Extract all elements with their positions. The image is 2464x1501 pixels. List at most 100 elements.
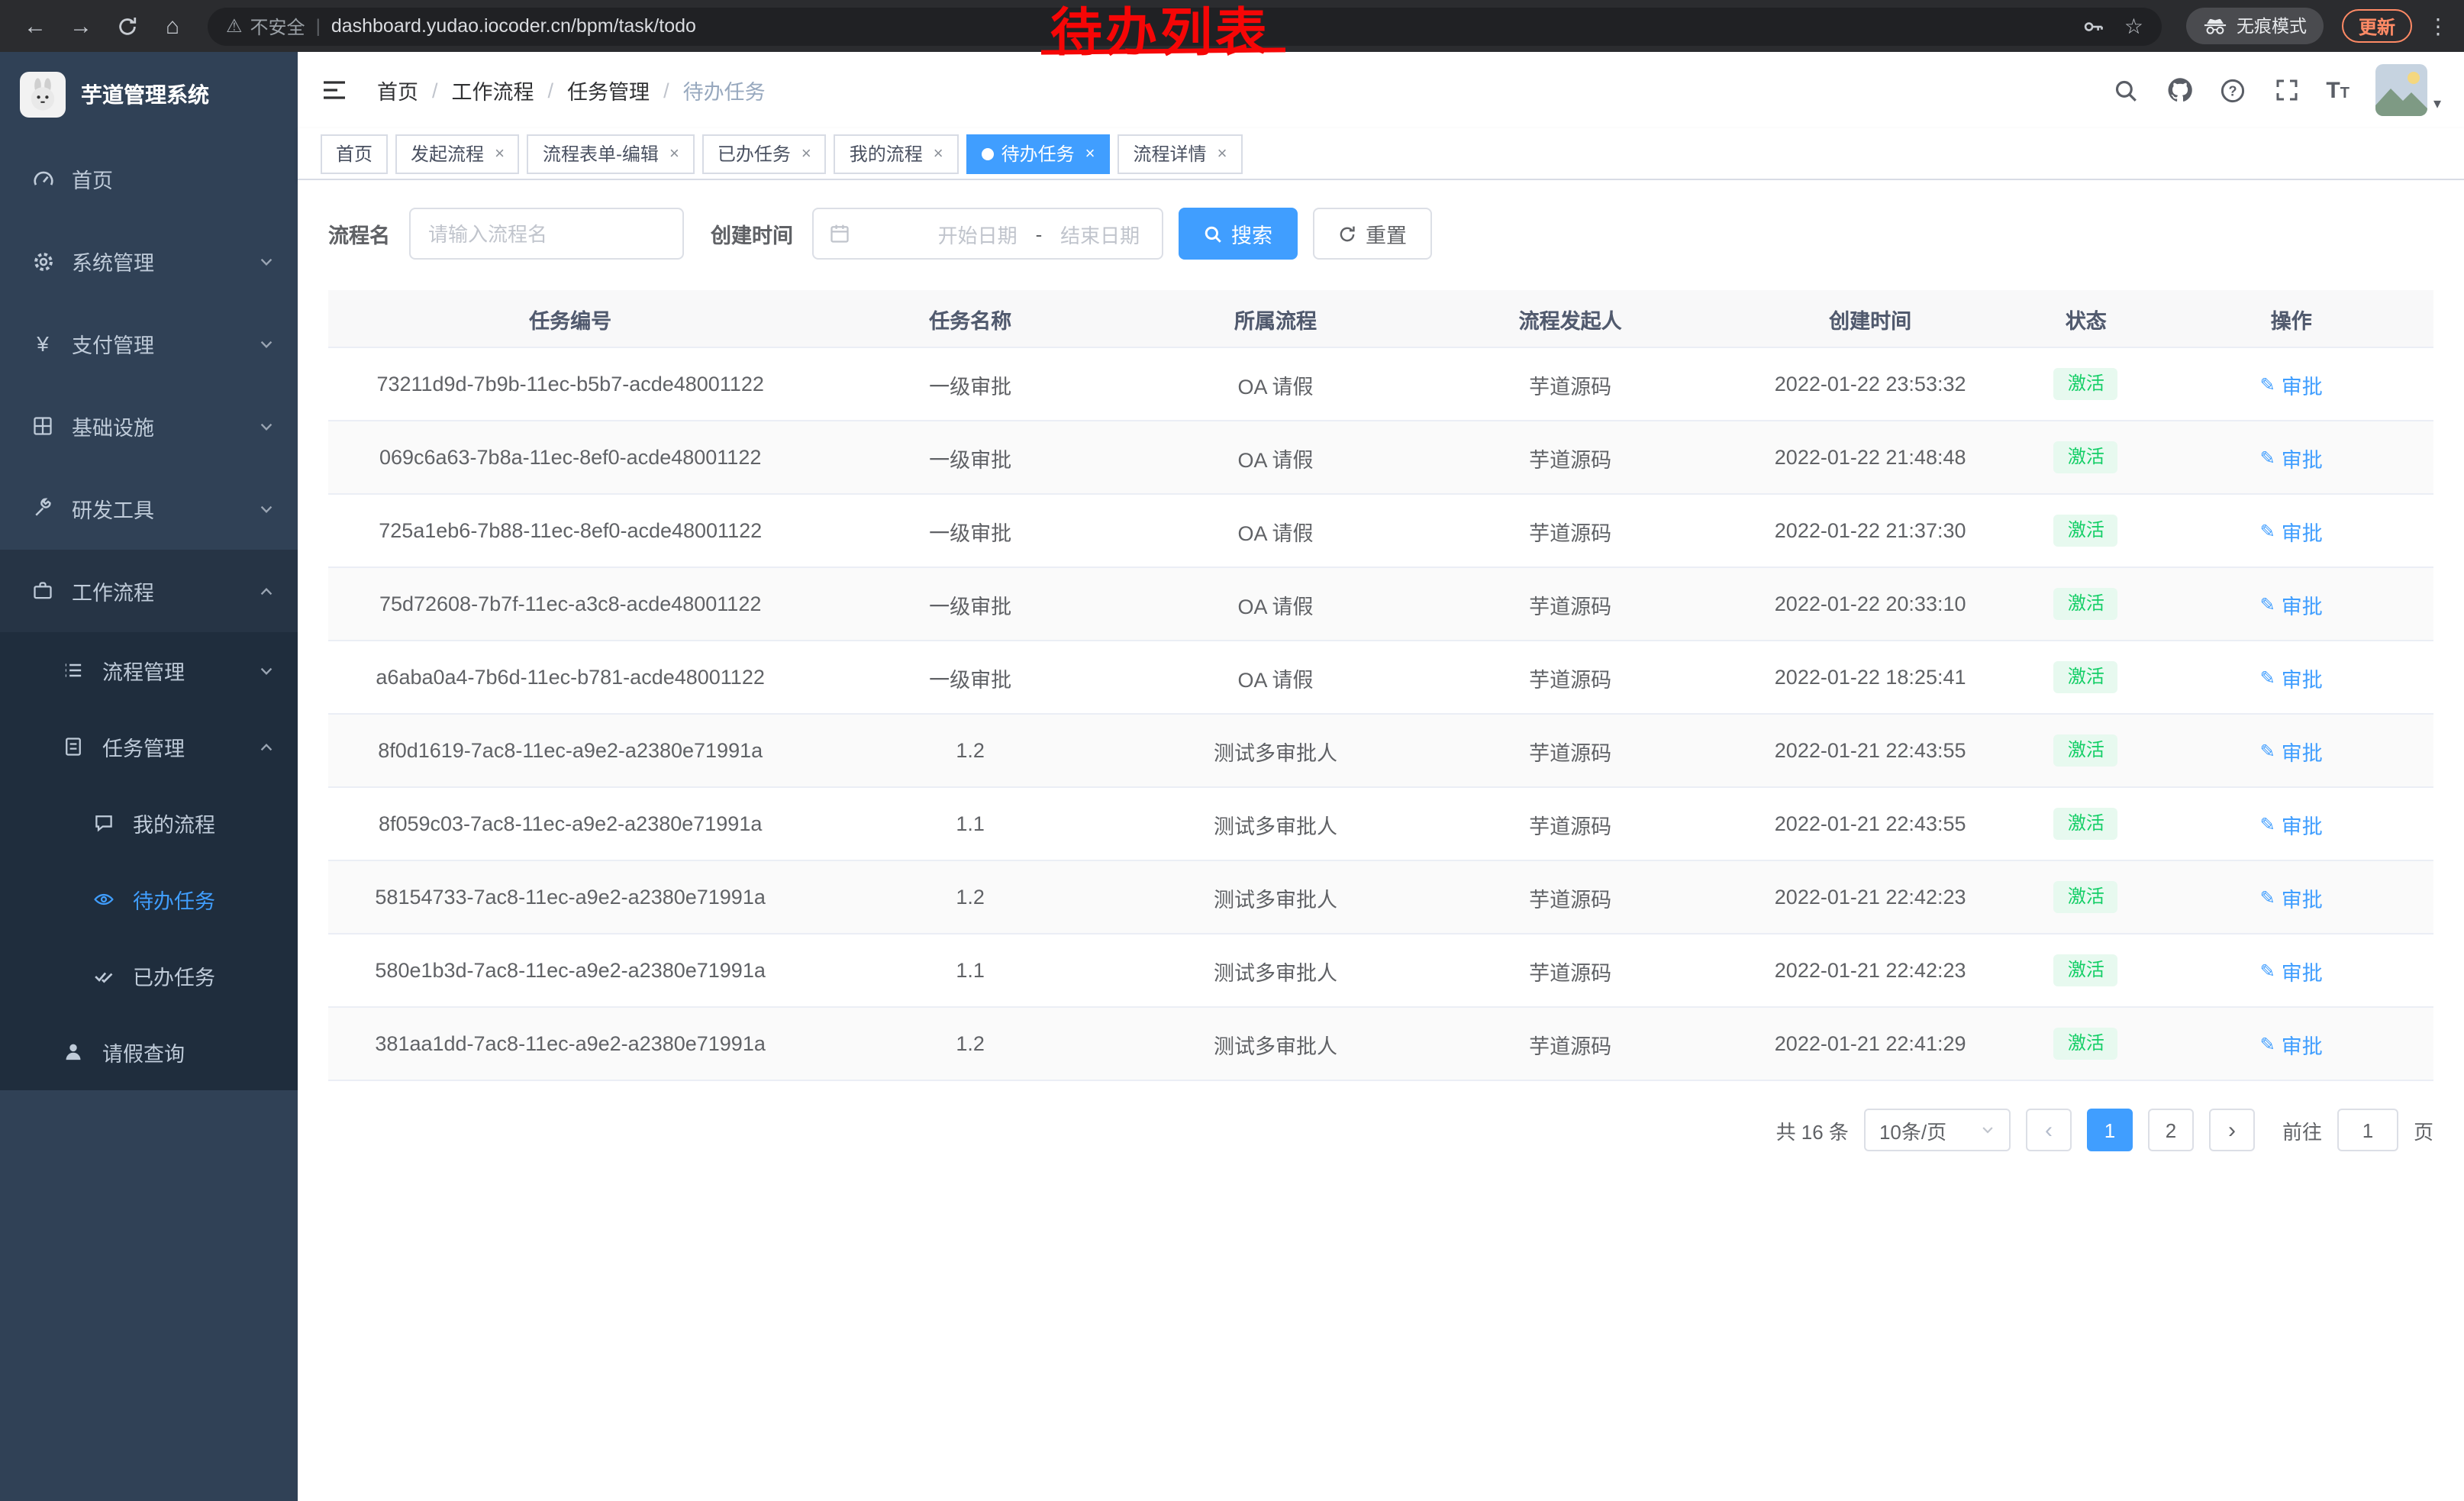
approve-button[interactable]: ✎ 审批 <box>2260 1028 2323 1059</box>
pencil-icon: ✎ <box>2260 667 2275 688</box>
help-icon[interactable]: ? <box>2219 76 2246 104</box>
approve-button[interactable]: ✎ 审批 <box>2260 515 2323 546</box>
back-icon[interactable]: ← <box>15 8 55 44</box>
breadcrumb-task-mgmt[interactable]: 任务管理 <box>567 75 650 105</box>
sidebar-item-label: 待办任务 <box>133 884 215 915</box>
approve-button[interactable]: ✎ 审批 <box>2260 662 2323 692</box>
goto-page-input[interactable] <box>2337 1109 2398 1151</box>
tab-done-tasks[interactable]: 已办任务× <box>702 134 827 173</box>
task-id-cell: 8f059c03-7ac8-11ec-a9e2-a2380e71991a <box>328 812 812 835</box>
chevron-down-icon <box>1980 1122 1995 1138</box>
sidebar-item-system[interactable]: 系统管理 <box>0 220 298 302</box>
security-label: 不安全 <box>250 13 305 39</box>
user-menu[interactable]: ▾ <box>2375 64 2441 116</box>
task-id-cell: 8f0d1619-7ac8-11ec-a9e2-a2380e71991a <box>328 739 812 762</box>
sidebar-item-todo-tasks[interactable]: 待办任务 <box>0 861 298 938</box>
search-button[interactable]: 搜索 <box>1178 208 1297 260</box>
close-icon[interactable]: × <box>1217 144 1227 163</box>
app-logo[interactable]: 芋道管理系统 <box>0 52 298 137</box>
table-row: a6aba0a4-7b6d-11ec-b781-acde48001122 一级审… <box>328 641 2433 715</box>
status-cell: 激活 <box>2023 880 2149 913</box>
approve-button[interactable]: ✎ 审批 <box>2260 442 2323 473</box>
col-task-id: 任务编号 <box>328 303 812 334</box>
created-cell: 2022-01-21 22:41:29 <box>1717 1032 2023 1055</box>
password-key-icon[interactable] <box>2083 15 2106 37</box>
col-status: 状态 <box>2023 303 2149 334</box>
pencil-icon: ✎ <box>2260 373 2275 395</box>
search-icon[interactable] <box>2112 76 2140 104</box>
tab-process-detail[interactable]: 流程详情× <box>1118 134 1243 173</box>
pencil-icon: ✎ <box>2260 813 2275 834</box>
close-icon[interactable]: × <box>801 144 811 163</box>
process-name-input[interactable] <box>408 208 683 260</box>
font-size-icon[interactable]: TT <box>2326 79 2350 102</box>
process-cell: 测试多审批人 <box>1128 809 1423 839</box>
tab-process-form-edit[interactable]: 流程表单-编辑× <box>527 134 695 173</box>
status-badge: 激活 <box>2054 880 2118 913</box>
page-button-1[interactable]: 1 <box>2087 1109 2133 1151</box>
close-icon[interactable]: × <box>934 144 943 163</box>
home-icon[interactable]: ⌂ <box>153 8 192 44</box>
incognito-badge: 无痕模式 <box>2186 8 2324 44</box>
sidebar-item-task-mgmt[interactable]: 任务管理 <box>0 709 298 785</box>
sidebar-toggle-icon[interactable] <box>321 73 354 107</box>
tab-home[interactable]: 首页 <box>321 134 388 173</box>
sidebar-item-label: 研发工具 <box>72 493 154 524</box>
sidebar-item-workflow[interactable]: 工作流程 <box>0 550 298 632</box>
next-page-button[interactable]: › <box>2209 1109 2255 1151</box>
sidebar-item-dev-tools[interactable]: 研发工具 <box>0 467 298 550</box>
security-chip[interactable]: ⚠ 不安全 <box>226 13 305 39</box>
sidebar-item-label: 基础设施 <box>72 411 154 441</box>
task-name-cell: 一级审批 <box>812 662 1128 692</box>
status-badge: 激活 <box>2054 660 2118 693</box>
process-cell: OA 请假 <box>1128 369 1423 399</box>
close-icon[interactable]: × <box>669 144 679 163</box>
sidebar-item-process-mgmt[interactable]: 流程管理 <box>0 632 298 709</box>
sidebar-item-label: 请假查询 <box>102 1037 185 1067</box>
pencil-icon: ✎ <box>2260 740 2275 761</box>
sidebar-item-infrastructure[interactable]: 基础设施 <box>0 385 298 467</box>
sidebar-item-my-process[interactable]: 我的流程 <box>0 785 298 861</box>
tab-my-process[interactable]: 我的流程× <box>834 134 959 173</box>
actions-cell: ✎ 审批 <box>2150 442 2433 473</box>
close-icon[interactable]: × <box>1085 144 1095 163</box>
close-icon[interactable]: × <box>495 144 505 163</box>
logo-image <box>20 72 66 118</box>
created-cell: 2022-01-21 22:42:23 <box>1717 959 2023 982</box>
breadcrumb-home[interactable]: 首页 <box>377 75 418 105</box>
sidebar-item-payment[interactable]: ¥ 支付管理 <box>0 302 298 385</box>
approve-button[interactable]: ✎ 审批 <box>2260 369 2323 399</box>
date-range-picker[interactable]: 开始日期 - 结束日期 <box>811 208 1163 260</box>
browser-update-button[interactable]: 更新 <box>2342 9 2412 43</box>
github-icon[interactable] <box>2166 76 2193 104</box>
browser-menu-icon[interactable]: ⋮ <box>2427 13 2449 39</box>
goto-suffix: 页 <box>2414 1115 2433 1144</box>
tab-todo-tasks[interactable]: 待办任务× <box>966 134 1111 173</box>
page-size-select[interactable]: 10条/页 <box>1864 1109 2011 1151</box>
reload-icon[interactable] <box>107 8 147 44</box>
table-body: 73211d9d-7b9b-11ec-b5b7-acde48001122 一级审… <box>328 348 2433 1081</box>
status-cell: 激活 <box>2023 1027 2149 1060</box>
fullscreen-icon[interactable] <box>2272 76 2300 104</box>
approve-button[interactable]: ✎ 审批 <box>2260 809 2323 839</box>
reset-button[interactable]: 重置 <box>1312 208 1431 260</box>
sidebar-item-home[interactable]: 首页 <box>0 137 298 220</box>
sidebar-item-leave-query[interactable]: 请假查询 <box>0 1014 298 1090</box>
page-button-2[interactable]: 2 <box>2148 1109 2194 1151</box>
initiator-cell: 芋道源码 <box>1423 955 1717 986</box>
approve-button[interactable]: ✎ 审批 <box>2260 735 2323 766</box>
bookmark-star-icon[interactable]: ☆ <box>2124 13 2143 39</box>
task-id-cell: 58154733-7ac8-11ec-a9e2-a2380e71991a <box>328 886 812 909</box>
approve-button[interactable]: ✎ 审批 <box>2260 589 2323 619</box>
status-badge: 激活 <box>2054 441 2118 473</box>
tab-start-process[interactable]: 发起流程× <box>395 134 520 173</box>
approve-button[interactable]: ✎ 审批 <box>2260 955 2323 986</box>
forward-icon[interactable]: → <box>61 8 101 44</box>
created-cell: 2022-01-22 21:48:48 <box>1717 446 2023 469</box>
approve-button[interactable]: ✎ 审批 <box>2260 882 2323 912</box>
sidebar-item-done-tasks[interactable]: 已办任务 <box>0 938 298 1014</box>
sidebar-item-label: 工作流程 <box>72 576 154 606</box>
breadcrumb-workflow[interactable]: 工作流程 <box>452 75 534 105</box>
col-initiator: 流程发起人 <box>1423 303 1717 334</box>
prev-page-button[interactable]: ‹ <box>2026 1109 2072 1151</box>
